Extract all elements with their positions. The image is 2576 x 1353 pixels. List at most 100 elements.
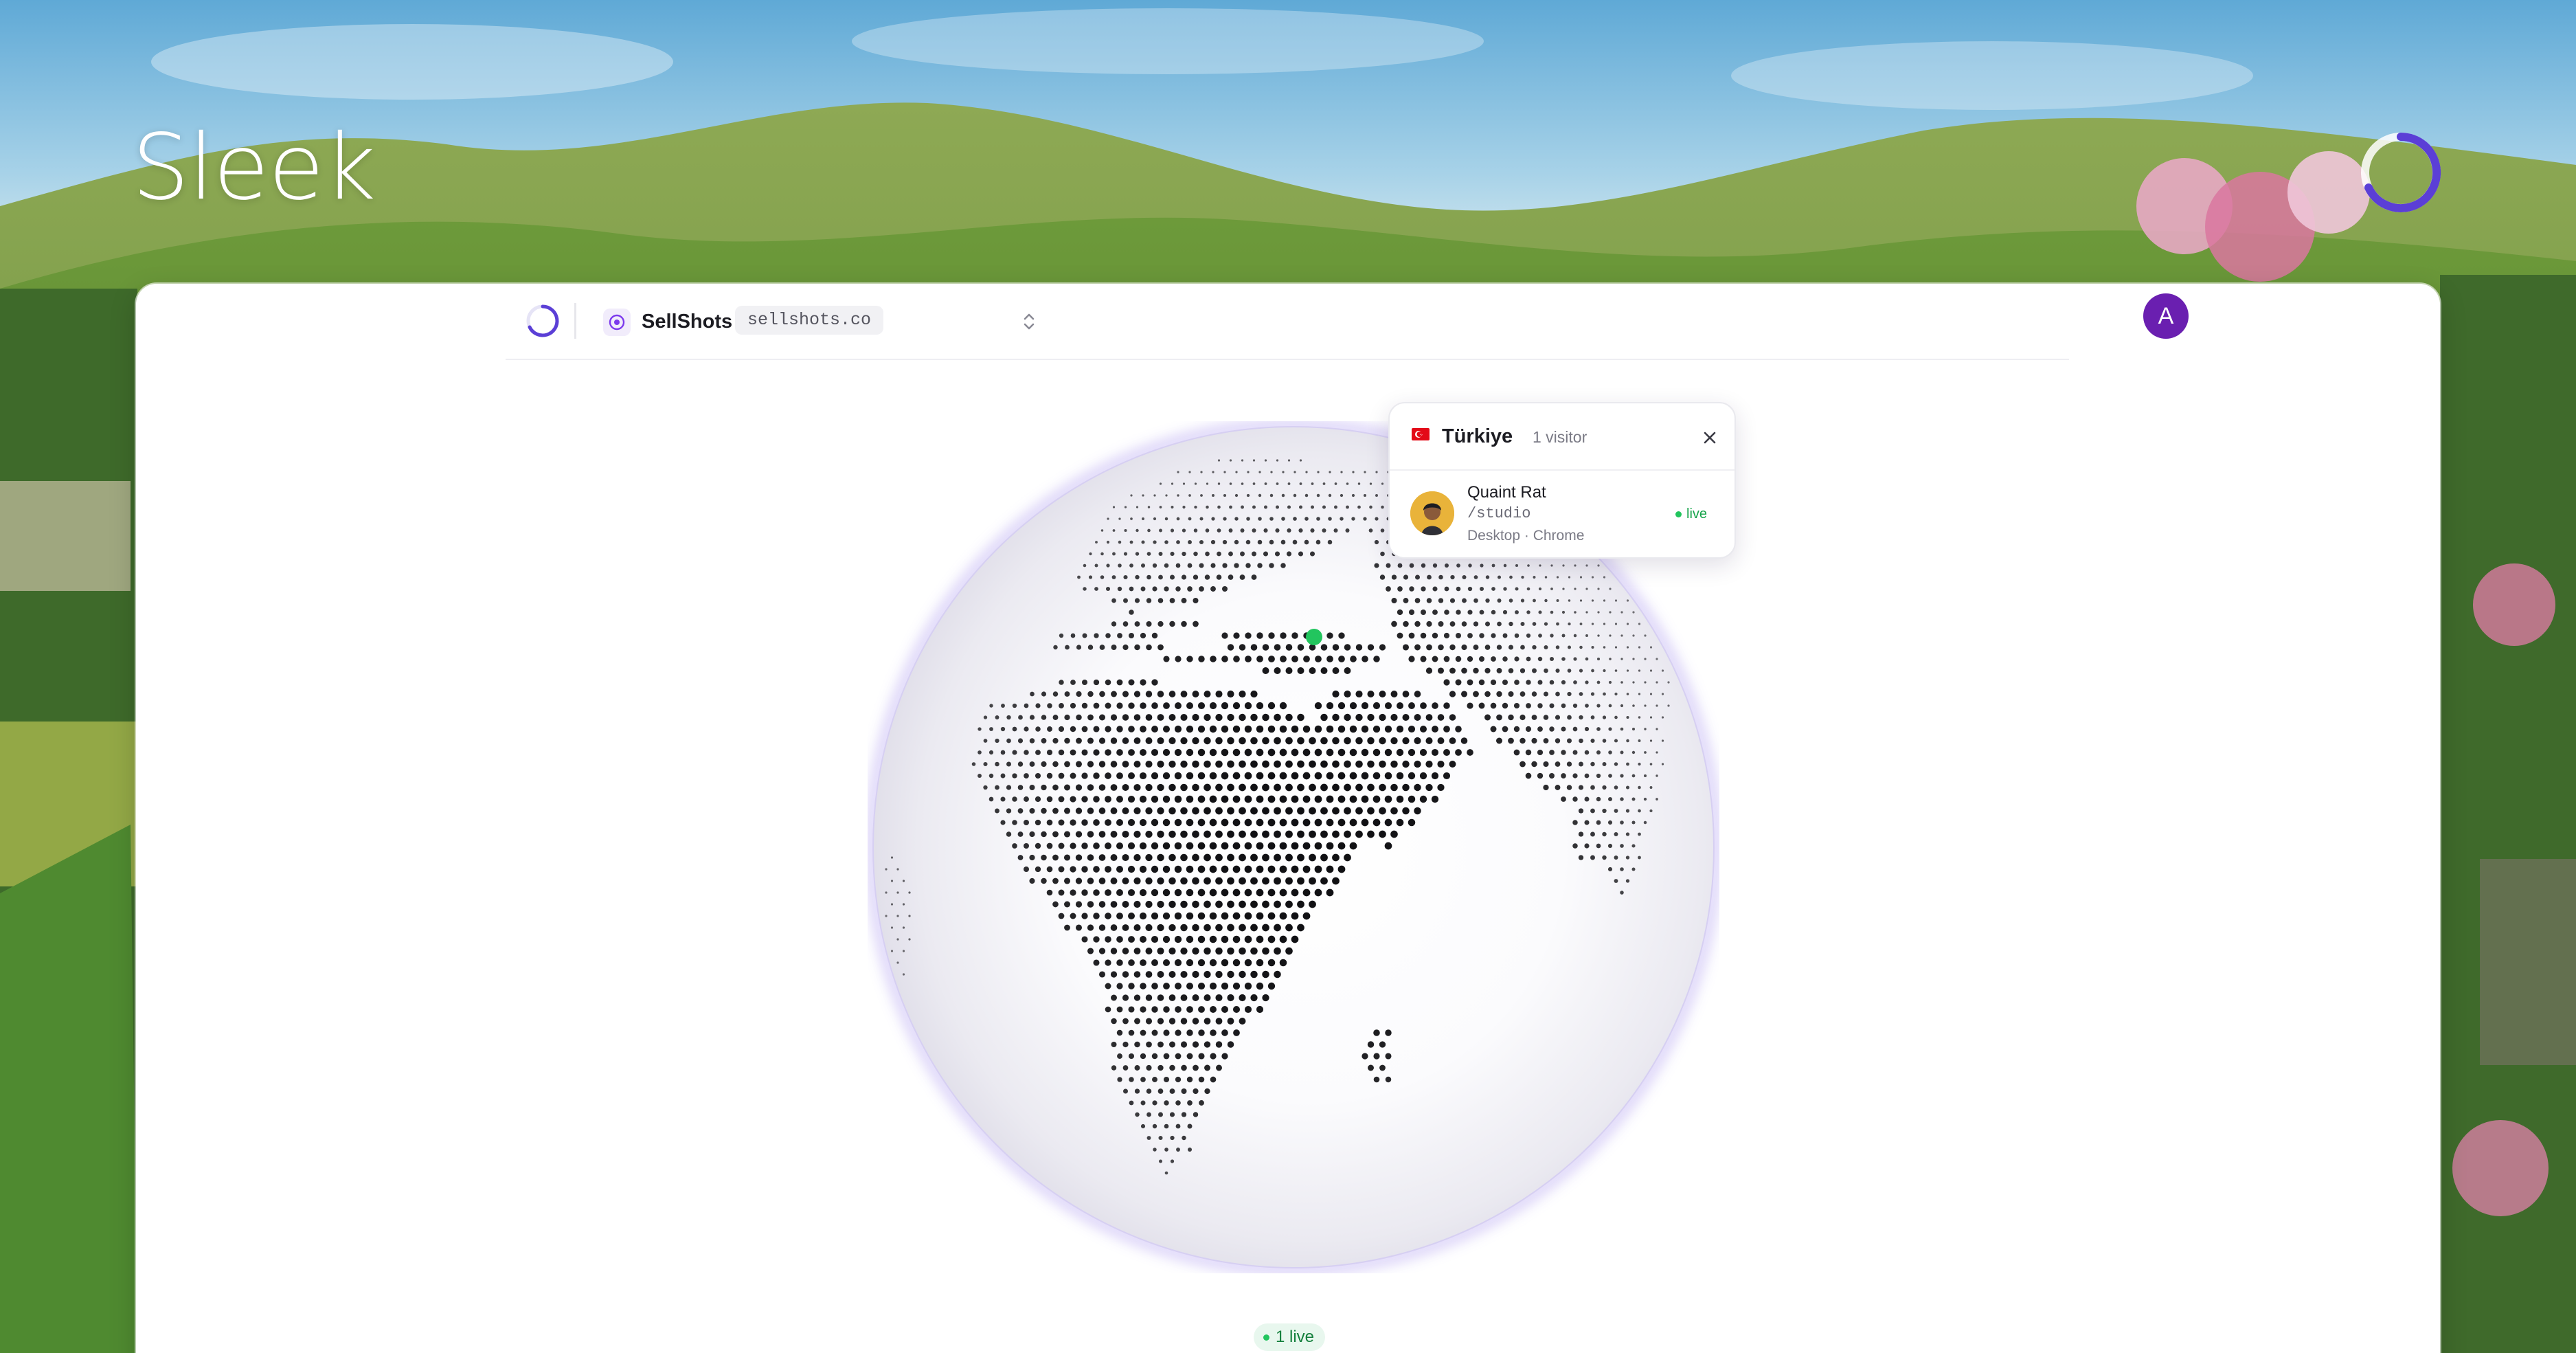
land-dot [1291,656,1298,662]
land-dot [1302,888,1311,897]
land-dot [983,739,988,743]
land-dot [1209,865,1217,873]
land-dot [1443,656,1450,662]
land-dot [1227,830,1234,838]
land-dot [1146,1112,1151,1117]
land-dot [1076,737,1082,744]
land-dot [1602,831,1607,837]
land-dot [1140,726,1146,733]
land-dot [1291,865,1299,873]
visitor-row[interactable]: Quaint Rat /studio Desktop · Chrome live [1390,471,1735,557]
land-dot [1608,727,1612,731]
land-dot [1438,620,1444,627]
land-dot [1151,842,1159,850]
land-dot [1087,831,1094,838]
land-dot [1128,983,1135,989]
land-dot [1280,632,1287,639]
land-dot [1186,982,1194,990]
land-dot [1361,702,1369,710]
land-dot [1186,1053,1193,1060]
land-dot [1145,714,1153,721]
land-dot [1111,1018,1117,1025]
land-dot [1467,679,1473,686]
close-icon[interactable] [1700,428,1719,447]
land-dot [1267,748,1276,757]
land-dot [1075,901,1083,908]
land-dot [1139,818,1147,827]
land-dot [1052,737,1059,744]
land-dot [1572,820,1578,825]
land-dot [1012,703,1017,708]
land-dot [1656,658,1658,660]
land-dot [1263,551,1269,557]
land-dot [1093,679,1100,686]
land-dot [1515,587,1519,591]
land-dot [1168,994,1176,1001]
land-dot [1122,853,1129,862]
site-name[interactable]: SellShots [642,306,732,337]
land-dot [1186,795,1194,803]
land-dot [1244,1005,1252,1014]
land-dot [1206,482,1209,485]
land-dot [1162,888,1171,897]
user-avatar[interactable]: A [2143,293,2189,339]
land-dot [1250,644,1258,651]
land-dot [1396,818,1404,827]
land-dot [1527,564,1530,567]
land-dot [1309,737,1316,745]
land-dot [1133,900,1141,908]
land-dot [1174,795,1182,803]
land-dot [1116,818,1124,827]
land-dot [1070,726,1076,733]
land-dot [1632,658,1635,660]
land-dot [1177,494,1179,497]
land-dot [1215,760,1223,768]
land-dot [1081,679,1088,686]
land-dot [1603,646,1606,649]
land-dot [1215,853,1223,862]
land-dot [1285,644,1293,651]
land-dot [1140,586,1146,592]
land-dot [1367,690,1375,698]
land-dot [1449,598,1456,603]
visitor-marker[interactable] [1306,629,1322,645]
land-dot [1093,936,1100,943]
land-dot [1509,621,1513,627]
land-dot [1240,528,1245,533]
land-dot [1029,738,1035,743]
land-dot [1526,703,1531,708]
land-dot [1285,713,1293,722]
land-dot [1656,798,1658,801]
land-dot [1267,818,1276,827]
land-dot [1122,1088,1129,1094]
land-dot [1163,1076,1170,1083]
land-dot [1584,726,1590,732]
land-dot [1584,750,1590,755]
land-dot [1110,737,1118,744]
land-dot [1297,713,1304,722]
chevron-up-down-icon[interactable] [1017,309,1041,335]
land-dot [1274,900,1281,908]
land-dot [1445,563,1449,568]
land-dot [1106,563,1110,568]
land-dot [1304,539,1309,545]
land-dot [1455,749,1462,756]
land-dot [1141,540,1145,544]
land-dot [1124,528,1127,533]
land-dot [902,926,905,929]
land-dot [1305,471,1308,473]
land-dot [1210,1006,1217,1013]
land-dot [1006,785,1012,790]
land-dot [1151,959,1158,966]
land-dot [1344,737,1351,745]
land-dot [1368,528,1373,533]
land-dot [1110,854,1118,861]
land-dot [1614,856,1618,860]
land-dot [1140,959,1146,966]
land-dot [890,926,894,929]
land-dot [1164,1148,1168,1152]
land-dot [1297,900,1304,908]
land-dot [1168,970,1176,979]
land-dot [1134,621,1140,627]
land-dot [1337,725,1346,733]
